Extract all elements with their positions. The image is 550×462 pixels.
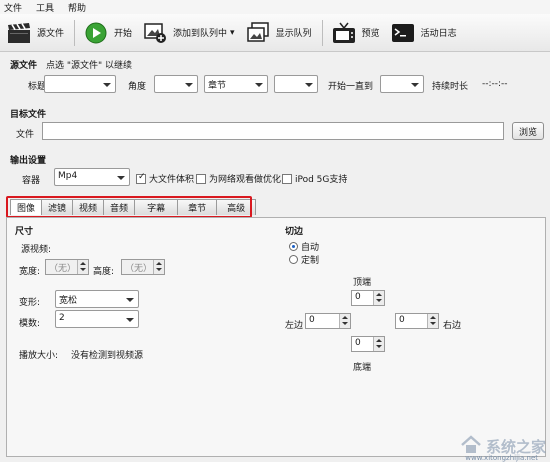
show-queue-button[interactable]: 显示队列 (245, 18, 312, 48)
menu-file[interactable]: 文件 (4, 1, 22, 14)
source-hint: 点选 "源文件" 以继续 (46, 61, 133, 71)
spinner-arrows-icon[interactable] (373, 291, 384, 305)
toolbar-divider (321, 19, 323, 46)
add-queue-label: 添加到队列中 (173, 29, 228, 39)
container-label: 容器 (22, 176, 41, 186)
crop-left-label: 左边 (285, 321, 304, 331)
clapperboard-icon (6, 21, 32, 45)
crop-custom-label: 定制 (301, 256, 320, 266)
source-label: 源文件 (37, 29, 65, 39)
crop-right-label: 右边 (443, 321, 462, 331)
chapter-start-select[interactable] (274, 75, 318, 93)
watermark-url: www.xitongzhijia.net (465, 454, 538, 462)
modulus-label: 模数: (19, 319, 41, 329)
source-video-label: 源视频: (21, 245, 52, 255)
height-value: （无） (125, 264, 153, 274)
size-title: 尺寸 (15, 227, 34, 237)
ipod-checkbox[interactable]: iPod 5G支持 (282, 172, 347, 185)
width-value: （无） (49, 264, 77, 274)
spinner-arrows-icon[interactable] (77, 260, 88, 274)
start-button[interactable]: 开始 (83, 18, 132, 48)
spinner-arrows-icon[interactable] (153, 260, 164, 274)
menu-tools[interactable]: 工具 (36, 1, 54, 14)
activity-log-button[interactable]: 活动日志 (390, 18, 457, 48)
anamorphic-select[interactable]: 宽松 (55, 290, 139, 308)
chapter-mode-select[interactable]: 章节 (204, 75, 268, 93)
display-size-label: 播放大小: (19, 351, 59, 361)
source-section-title: 源文件 (10, 61, 38, 71)
duration-label: 持续时长 (432, 82, 469, 92)
large-file-label: 大文件体积 (149, 175, 195, 185)
display-size-value: 没有检测到视频源 (71, 351, 144, 361)
container-select[interactable]: Mp4 (54, 168, 130, 186)
menu-bar: 文件 工具 帮助 (0, 0, 550, 14)
checkbox-icon (196, 173, 206, 184)
angle-select[interactable] (154, 75, 198, 93)
crop-left-spinner[interactable]: 0 (305, 313, 351, 329)
anamorphic-label: 变形: (19, 298, 41, 308)
web-optimized-checkbox[interactable]: 为网络观看做优化 (196, 172, 281, 185)
preview-button[interactable]: 预览 (331, 18, 380, 48)
start-until-label: 开始一直到 (328, 82, 374, 92)
start-label: 开始 (114, 29, 133, 39)
checkbox-icon (282, 173, 292, 184)
crop-top-spinner[interactable]: 0 (351, 290, 385, 306)
crop-right-value: 0 (399, 315, 405, 325)
crop-bottom-spinner[interactable]: 0 (351, 336, 385, 352)
show-queue-label: 显示队列 (275, 29, 312, 39)
crop-custom-radio[interactable]: 定制 (289, 253, 319, 266)
crop-left-value: 0 (309, 315, 315, 325)
preview-label: 预览 (361, 29, 380, 39)
chevron-down-icon[interactable]: ▾ (230, 28, 235, 38)
ipod-label: iPod 5G支持 (295, 175, 348, 185)
title-select[interactable] (44, 75, 116, 93)
file-label: 文件 (16, 130, 35, 140)
radio-selected-icon (289, 242, 298, 251)
checkbox-checked-icon (136, 172, 146, 184)
height-spinner[interactable]: （无） (121, 259, 165, 275)
height-label: 高度: (93, 267, 115, 277)
width-spinner[interactable]: （无） (45, 259, 89, 275)
duration-value: --:--:-- (482, 79, 508, 89)
add-to-queue-icon (142, 21, 168, 45)
destination-section-title: 目标文件 (10, 110, 47, 120)
crop-auto-radio[interactable]: 自动 (289, 240, 319, 253)
web-optimized-label: 为网络观看做优化 (209, 175, 282, 185)
crop-bottom-label: 底端 (353, 363, 372, 373)
crop-top-value: 0 (355, 292, 361, 302)
crop-title: 切边 (285, 227, 304, 237)
output-section-title: 输出设置 (10, 156, 47, 166)
toolbar: 源文件 开始 添加到队列中 ▾ 显示队列 预览 活动日志 (0, 14, 550, 52)
menu-help[interactable]: 帮助 (68, 1, 86, 14)
large-file-checkbox[interactable]: 大文件体积 (136, 172, 194, 185)
tv-icon (331, 21, 357, 45)
activity-log-label: 活动日志 (420, 29, 457, 39)
crop-bottom-value: 0 (355, 338, 361, 348)
angle-label: 角度 (128, 82, 147, 92)
add-queue-button[interactable]: 添加到队列中 ▾ (142, 18, 235, 48)
source-button[interactable]: 源文件 (6, 18, 64, 48)
width-label: 宽度: (19, 267, 41, 277)
radio-icon (289, 255, 298, 264)
file-path-input[interactable] (42, 122, 504, 140)
terminal-icon (390, 21, 416, 45)
queue-icon (245, 21, 271, 45)
toolbar-divider (74, 19, 76, 46)
play-icon (83, 21, 109, 45)
crop-top-label: 顶端 (353, 278, 372, 288)
spinner-arrows-icon[interactable] (427, 314, 438, 328)
modulus-select[interactable]: 2 (55, 310, 139, 328)
picture-panel: 尺寸 源视频: 宽度: （无） 高度: （无） 变形: 宽松 模数: 2 播放大… (6, 217, 546, 457)
tab-highlight-annotation (6, 196, 252, 218)
crop-auto-label: 自动 (301, 243, 320, 253)
spinner-arrows-icon[interactable] (339, 314, 350, 328)
browse-button[interactable]: 浏览 (512, 122, 544, 140)
spinner-arrows-icon[interactable] (373, 337, 384, 351)
crop-right-spinner[interactable]: 0 (395, 313, 439, 329)
chapter-end-select[interactable] (380, 75, 424, 93)
